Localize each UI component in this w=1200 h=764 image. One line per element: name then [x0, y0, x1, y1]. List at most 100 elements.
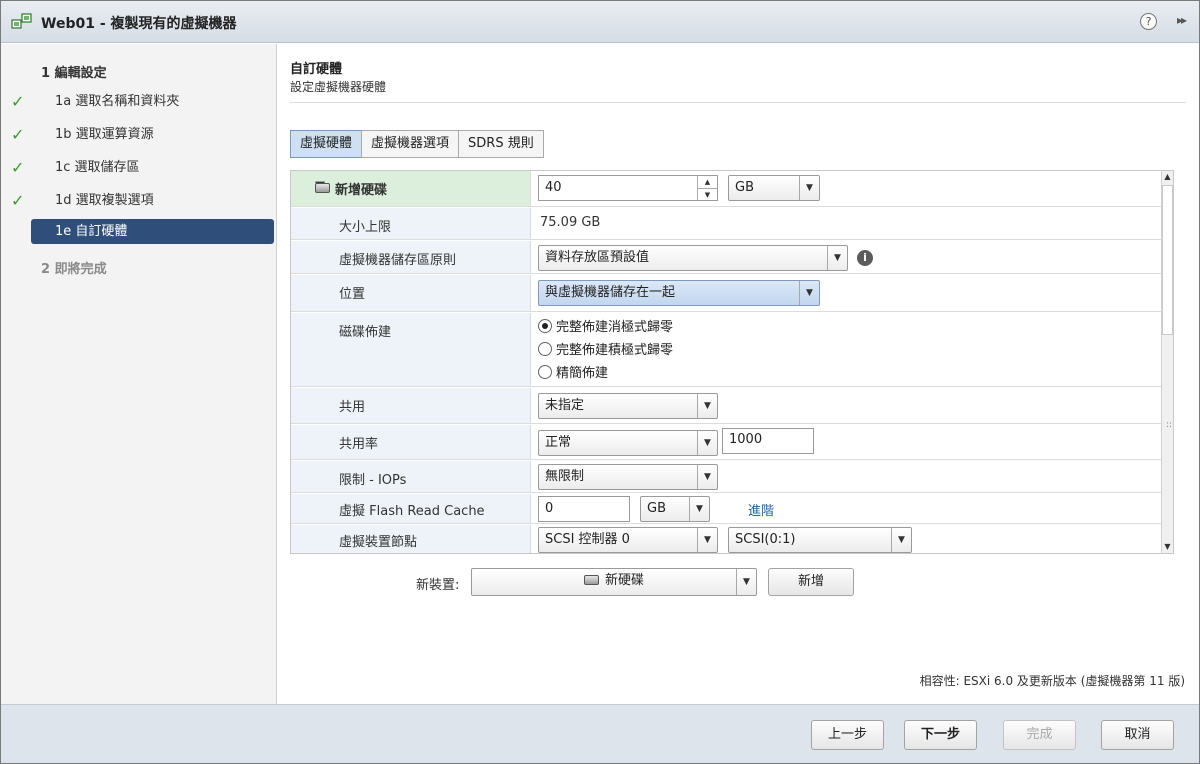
clone-vm-wizard: Web01 - 複製現有的虛擬機器 ? ▸▸ 1 編輯設定 ✓ 1a 選取名稱和…: [0, 0, 1200, 764]
chevron-down-icon: ▼: [799, 281, 819, 305]
hardware-grid: ▼ 新增硬碟 40 ▲▼ GB ▼ ✕: [290, 170, 1174, 554]
window-title: Web01 - 複製現有的虛擬機器: [41, 16, 237, 32]
new-hard-disk-row: ▼ 新增硬碟 40 ▲▼ GB ▼ ✕: [291, 171, 1163, 207]
share-rate-number-input[interactable]: 1000: [722, 428, 814, 454]
share-rate-label: 共用率: [339, 437, 379, 452]
radio-selected-icon: [538, 319, 552, 333]
share-rate-value: 正常: [545, 435, 572, 450]
radio-thin[interactable]: 精簡佈建: [538, 362, 608, 382]
storage-policy-row: 虛擬機器儲存區原則 資料存放區預設值 ▼ i: [291, 241, 1163, 274]
divider: [290, 102, 1186, 103]
page-title: 自訂硬體: [290, 62, 343, 77]
scroll-down-icon[interactable]: ▼: [1162, 541, 1173, 553]
check-icon: ✓: [11, 158, 25, 177]
wizard-footer: 上一步 下一步 完成 取消: [1, 704, 1199, 763]
max-size-value: 75.09 GB: [540, 215, 601, 230]
size-spinner[interactable]: ▲ ▼: [697, 176, 717, 200]
spin-down-icon[interactable]: ▼: [698, 188, 717, 200]
tab-virtual-hardware[interactable]: 虛擬硬體: [290, 130, 363, 158]
step-label: 1a 選取名稱和資料夾: [55, 94, 180, 109]
iops-value: 無限制: [545, 469, 585, 484]
step-label: 1b 選取運算資源: [55, 127, 154, 142]
tab-sdrs-rules[interactable]: SDRS 規則: [458, 130, 544, 158]
wizard-steps-sidebar: 1 編輯設定 ✓ 1a 選取名稱和資料夾 ✓ 1b 選取運算資源 ✓ 1c 選取…: [1, 44, 277, 704]
chevron-down-icon: ▼: [799, 176, 819, 200]
finish-button[interactable]: 完成: [1003, 720, 1076, 750]
step-1b[interactable]: ✓ 1b 選取運算資源: [1, 121, 277, 149]
scroll-thumb[interactable]: [1162, 185, 1173, 335]
step-1e[interactable]: 1e 自訂硬體: [31, 219, 274, 244]
shares-row: 共用 未指定 ▼: [291, 388, 1163, 424]
new-device-label: 新裝置:: [416, 578, 460, 593]
iops-limit-row: 限制 - IOPs 無限制 ▼: [291, 461, 1163, 493]
shares-value: 未指定: [545, 398, 585, 413]
info-icon[interactable]: i: [857, 250, 873, 266]
chevron-down-icon: ▼: [736, 569, 756, 595]
step-1a[interactable]: ✓ 1a 選取名稱和資料夾: [1, 88, 277, 116]
node-label: 虛擬裝置節點: [339, 535, 418, 550]
location-select[interactable]: 與虛擬機器儲存在一起 ▼: [538, 280, 820, 306]
max-size-label: 大小上限: [339, 220, 392, 235]
chevron-down-icon: ▼: [689, 497, 709, 521]
flash-cache-input[interactable]: 0: [538, 496, 630, 522]
chevron-down-icon: ▼: [697, 394, 717, 418]
location-value: 與虛擬機器儲存在一起: [545, 285, 676, 300]
shares-select[interactable]: 未指定 ▼: [538, 393, 718, 419]
tab-bar: 虛擬硬體 虛擬機器選項 SDRS 規則: [290, 130, 544, 158]
chevron-down-icon: ▼: [827, 246, 847, 270]
spin-up-icon[interactable]: ▲: [698, 176, 717, 188]
add-device-button[interactable]: 新增: [768, 568, 854, 596]
location-label: 位置: [339, 287, 366, 302]
help-icon[interactable]: ?: [1140, 13, 1157, 30]
chevron-down-icon: ▼: [697, 528, 717, 552]
new-device-select[interactable]: 新硬碟 ▼: [471, 568, 757, 596]
scsi-slot-select[interactable]: SCSI(0:1) ▼: [728, 527, 912, 553]
chevron-down-icon: ▼: [697, 431, 717, 455]
flash-unit-select[interactable]: GB ▼: [640, 496, 710, 522]
cancel-button[interactable]: 取消: [1101, 720, 1174, 750]
step-ready-to-complete: 2 即將完成: [41, 262, 107, 277]
check-icon: ✓: [11, 92, 25, 111]
iops-label: 限制 - IOPs: [339, 473, 407, 488]
radio-thick-eager[interactable]: 完整佈建積極式歸零: [538, 339, 673, 359]
advanced-link[interactable]: 進階: [748, 500, 774, 519]
step-label: 1d 選取複製選項: [55, 193, 154, 208]
unit-value: GB: [735, 180, 754, 195]
grid-scrollbar[interactable]: ▲ ▼: [1161, 171, 1173, 553]
disk-provisioning-row: 磁碟佈建 完整佈建消極式歸零 完整佈建積極式歸零 精簡佈建: [291, 313, 1163, 387]
disk-size-unit-select[interactable]: GB ▼: [728, 175, 820, 201]
share-rate-select[interactable]: 正常 ▼: [538, 430, 718, 456]
back-button[interactable]: 上一步: [811, 720, 884, 750]
title-bar: Web01 - 複製現有的虛擬機器 ? ▸▸: [1, 1, 1199, 43]
scroll-up-icon[interactable]: ▲: [1162, 171, 1173, 183]
iops-select[interactable]: 無限制 ▼: [538, 464, 718, 490]
policy-value: 資料存放區預設值: [545, 250, 650, 265]
step-label: 1e 自訂硬體: [55, 224, 128, 239]
disk-size-input[interactable]: 40 ▲ ▼: [538, 175, 718, 201]
tab-vm-options[interactable]: 虛擬機器選項: [361, 130, 460, 158]
page-subtitle: 設定虛擬機器硬體: [290, 80, 387, 94]
expand-icon[interactable]: ▸▸: [1177, 13, 1187, 27]
controller-select[interactable]: SCSI 控制器 0 ▼: [538, 527, 718, 553]
next-button[interactable]: 下一步: [904, 720, 977, 750]
check-icon: ✓: [11, 191, 25, 210]
hard-disk-icon: [583, 575, 599, 585]
radio-thick-lazy[interactable]: 完整佈建消極式歸零: [538, 316, 673, 336]
check-icon: ✓: [11, 125, 25, 144]
step-1d[interactable]: ✓ 1d 選取複製選項: [1, 187, 277, 215]
flash-read-cache-row: 虛擬 Flash Read Cache 0 GB ▼ 進階: [291, 494, 1163, 524]
max-size-row: 大小上限 75.09 GB: [291, 208, 1163, 240]
disk-header-label: 新增硬碟: [335, 183, 388, 198]
resize-grip-icon[interactable]: ::: [1166, 420, 1200, 430]
device-node-row: 虛擬裝置節點 SCSI 控制器 0 ▼ SCSI(0:1) ▼: [291, 525, 1163, 553]
storage-policy-select[interactable]: 資料存放區預設值 ▼: [538, 245, 848, 271]
chevron-down-icon: ▼: [891, 528, 911, 552]
chevron-down-icon: ▼: [697, 465, 717, 489]
vm-clone-icon: [11, 13, 32, 29]
hard-disk-icon: [315, 183, 330, 193]
step-1c[interactable]: ✓ 1c 選取儲存區: [1, 154, 277, 182]
flash-label: 虛擬 Flash Read Cache: [339, 504, 485, 519]
radio-icon: [538, 342, 552, 356]
disk-size-value: 40: [545, 180, 562, 195]
step-label: 1c 選取儲存區: [55, 160, 140, 175]
